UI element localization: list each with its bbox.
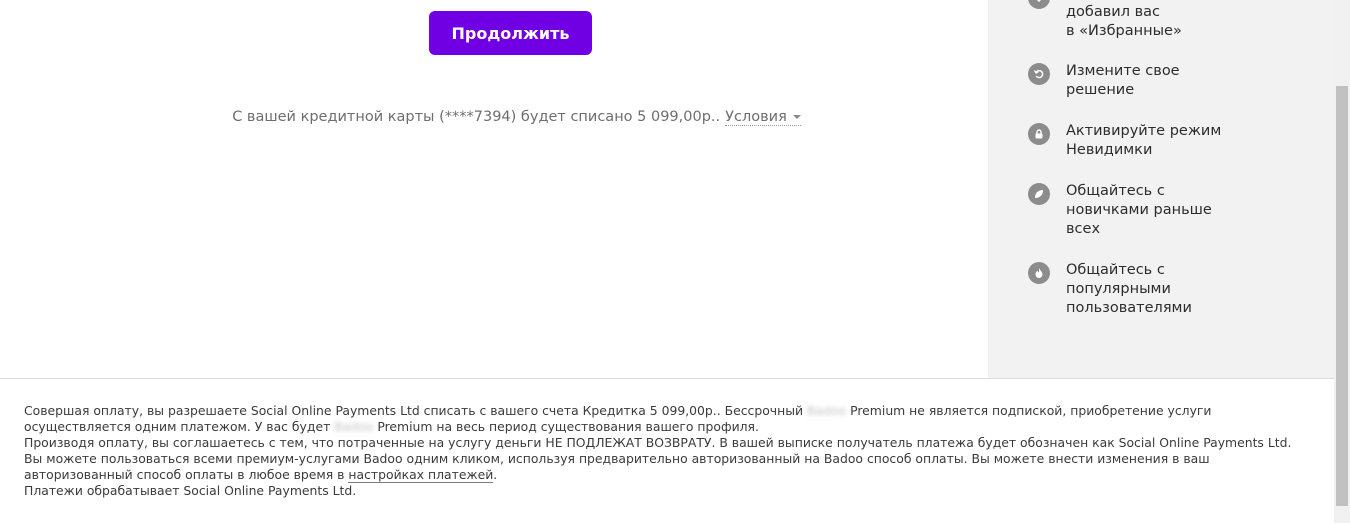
terms-label: Условия bbox=[725, 109, 787, 125]
page-scrollbar[interactable] bbox=[1334, 0, 1350, 523]
undo-icon bbox=[1028, 63, 1050, 85]
legal-footer: Совершая оплату, вы разрешаете Social On… bbox=[0, 378, 1334, 524]
legal-paragraph-1: Совершая оплату, вы разрешаете Social On… bbox=[24, 403, 1212, 434]
feature-label: Общайтесь с популярными пользователями bbox=[1066, 262, 1192, 316]
chevron-down-icon bbox=[792, 115, 801, 119]
feature-label: Активируйте режим Невидимки bbox=[1066, 123, 1222, 158]
terms-dropdown[interactable]: Условия bbox=[725, 109, 801, 126]
feature-label: Измените свое решение bbox=[1066, 63, 1180, 98]
favorite-icon bbox=[1028, 0, 1050, 9]
payment-settings-link[interactable]: настройках платежей bbox=[348, 467, 494, 483]
legal-paragraph-4: Платежи обрабатывает Social Online Payme… bbox=[24, 483, 357, 498]
continue-button[interactable]: Продолжить bbox=[429, 11, 592, 55]
feature-label: Общайтесь с новичками раньше всех bbox=[1066, 183, 1212, 237]
fire-icon bbox=[1028, 262, 1050, 284]
legal-text: Совершая оплату, вы разрешаете Social On… bbox=[24, 403, 1314, 499]
scrollbar-thumb[interactable] bbox=[1336, 86, 1348, 506]
legal-paragraph-2: Производя оплату, вы соглашаетесь с тем,… bbox=[24, 435, 1292, 450]
premium-features-sidebar: добавил вас в «Избранные» Измените свое … bbox=[988, 0, 1334, 378]
charge-info: С вашей кредитной карты (****7394) будет… bbox=[0, 109, 1033, 126]
legal-paragraph-3: Вы можете пользоваться всеми премиум-усл… bbox=[24, 451, 1210, 483]
charge-text: С вашей кредитной карты (****7394) будет… bbox=[232, 109, 721, 125]
lock-icon bbox=[1028, 123, 1050, 145]
feature-favorites: добавил вас в «Избранные» bbox=[1028, 0, 1238, 41]
feature-label: добавил вас в «Избранные» bbox=[1066, 4, 1182, 39]
main-panel: Продолжить С вашей кредитной карты (****… bbox=[0, 0, 988, 378]
blurred-brand: Badoo bbox=[334, 419, 374, 434]
blurred-brand: Badoo bbox=[807, 403, 847, 418]
leaf-icon bbox=[1028, 183, 1050, 205]
